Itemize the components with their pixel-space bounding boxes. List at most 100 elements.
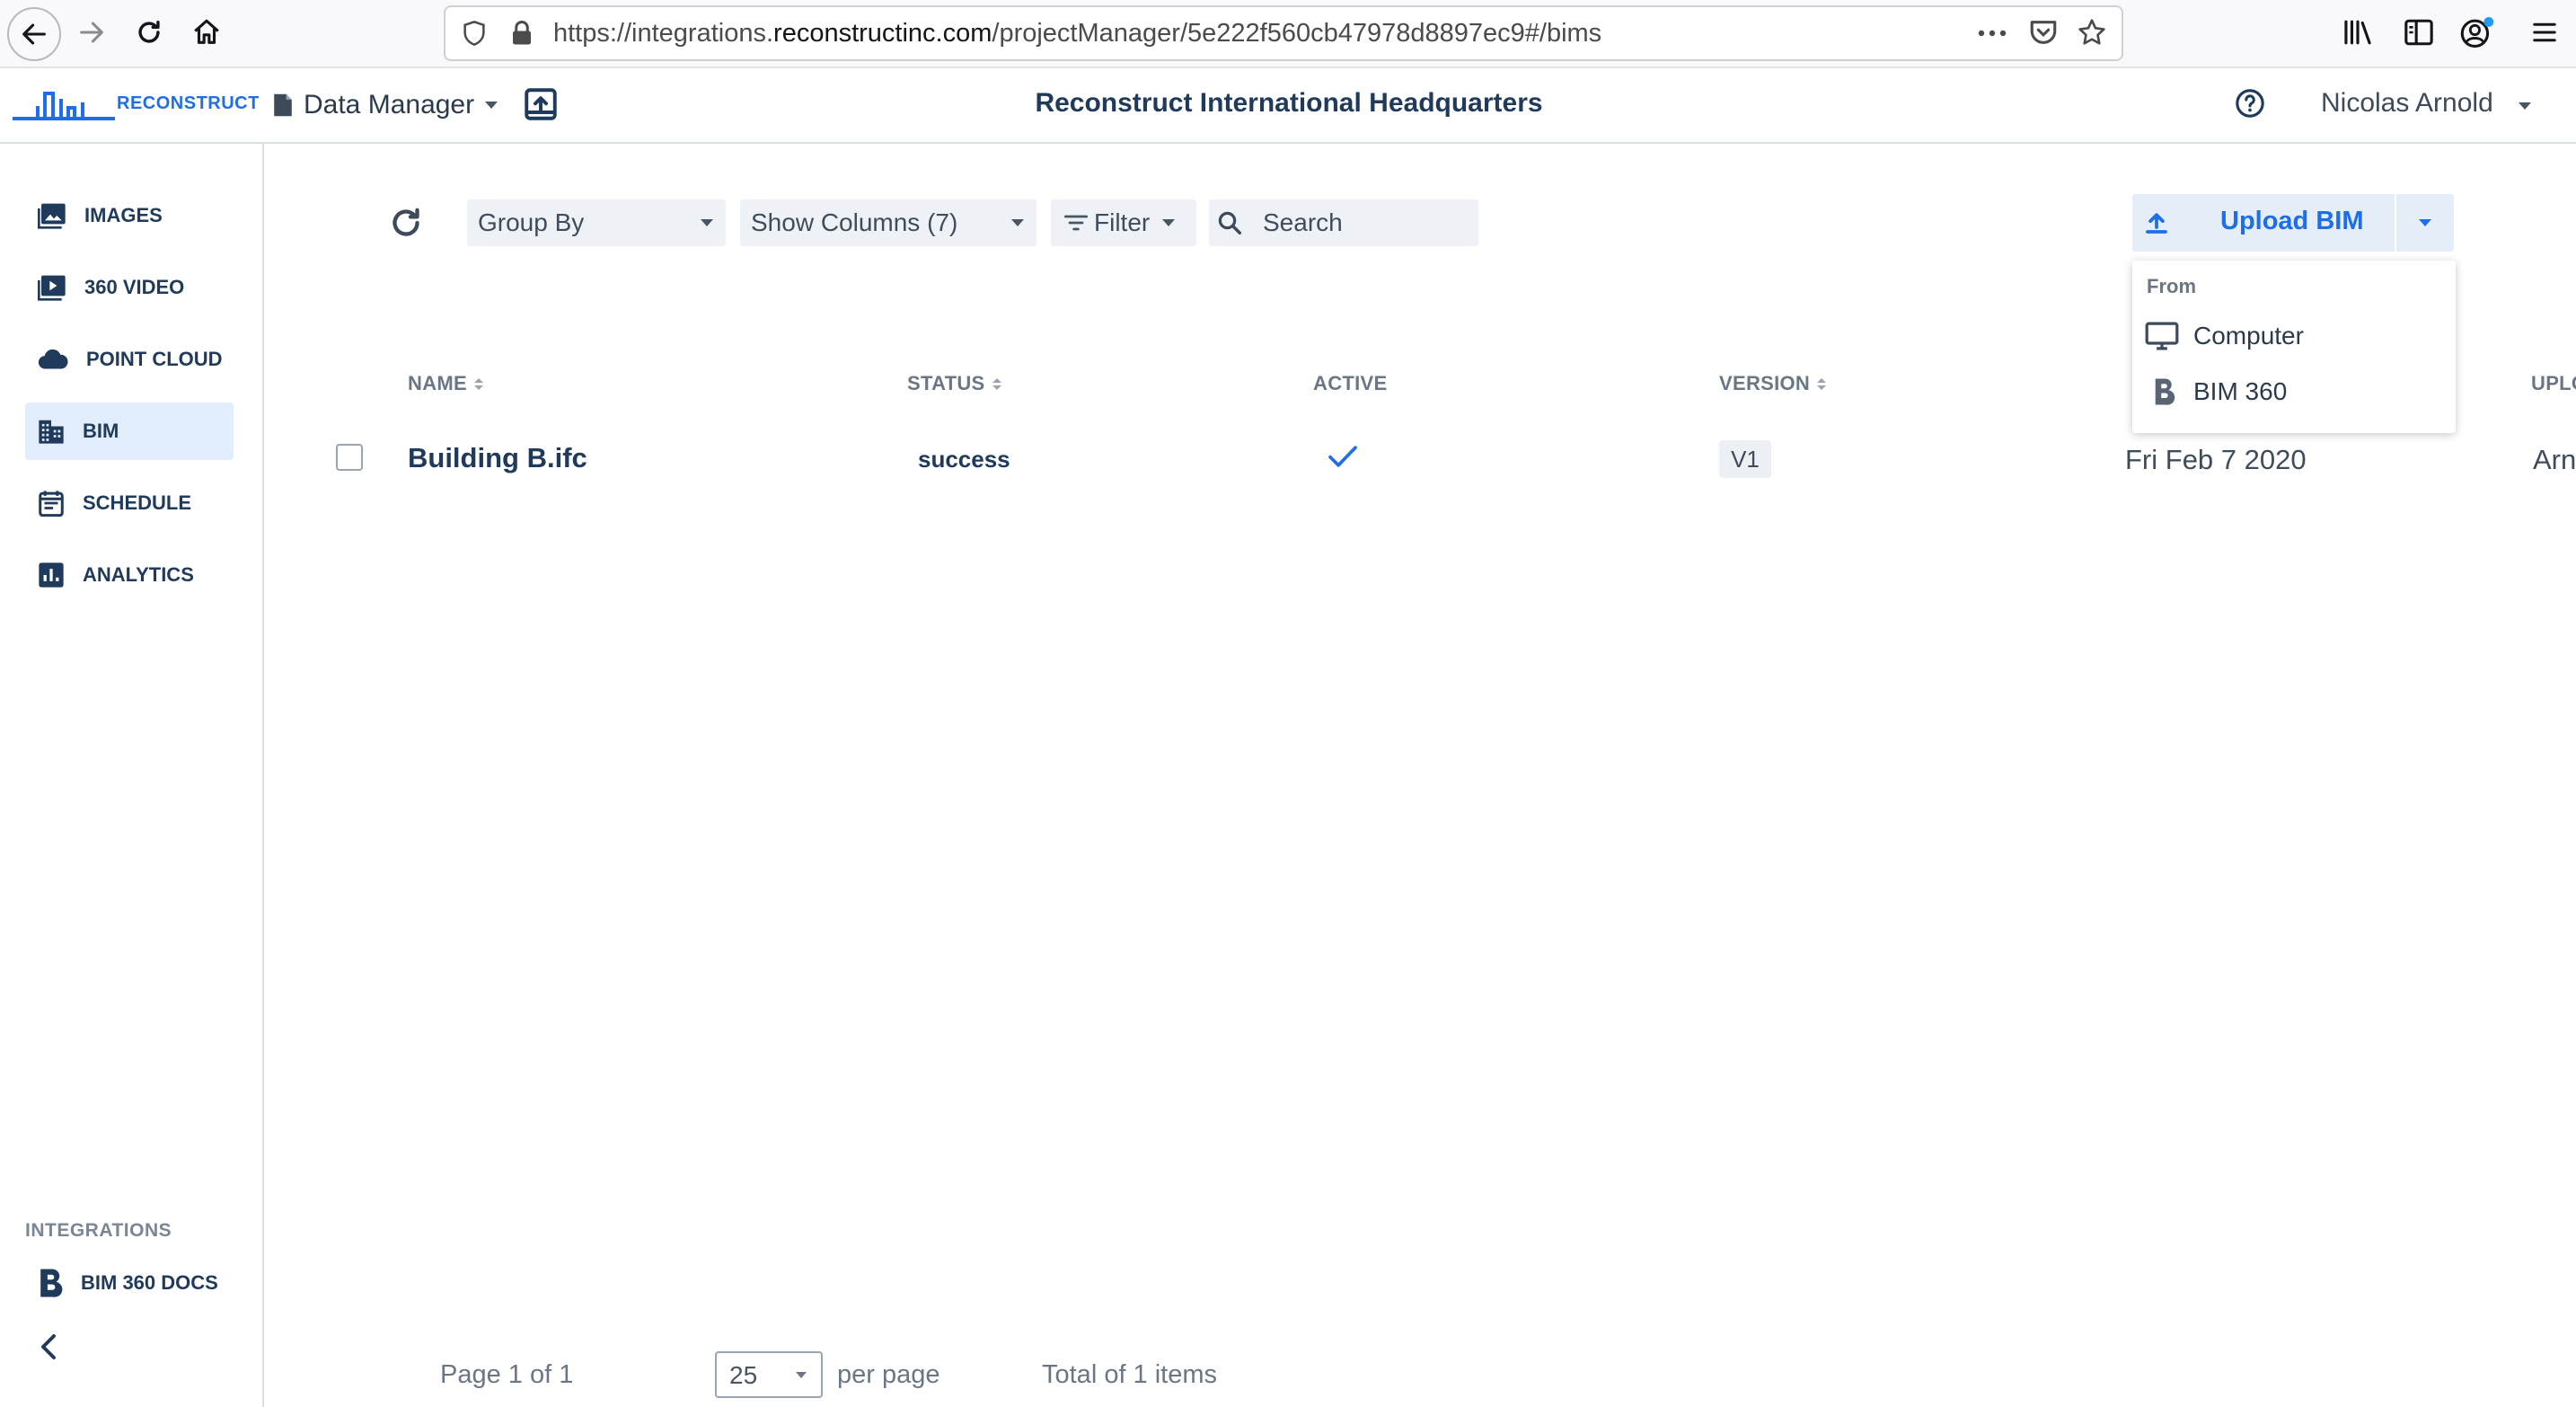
chevron-down-icon xyxy=(701,219,713,226)
lock-icon[interactable] xyxy=(510,20,534,47)
sidebar-item-label: BIM xyxy=(83,420,119,442)
search-icon xyxy=(1218,211,1241,234)
sidebar-item-bim-360-docs[interactable]: BIM 360 DOCS xyxy=(25,1254,234,1312)
url-text[interactable]: https://integrations.reconstructinc.com/… xyxy=(553,7,1601,59)
cell-status: success xyxy=(918,446,1010,473)
browser-toolbar: https://integrations.reconstructinc.com/… xyxy=(0,0,2576,68)
monitor-icon xyxy=(2145,322,2179,350)
project-title: Reconstruct International Headquarters xyxy=(1035,88,1543,118)
account-icon[interactable] xyxy=(2459,16,2495,49)
sidebar-item-label: IMAGES xyxy=(84,204,163,226)
sidebar-item-schedule[interactable]: SCHEDULE xyxy=(25,474,234,532)
sidebar-item-bim[interactable]: BIM xyxy=(25,403,234,460)
show-columns-dropdown[interactable]: Show Columns (7) xyxy=(740,199,1037,246)
sidebar-item-label: 360 VIDEO xyxy=(84,276,185,298)
sidebar-item-360-video[interactable]: 360 VIDEO xyxy=(25,259,234,316)
sidebar-toggle-icon[interactable] xyxy=(2404,18,2434,47)
bookmark-star-icon[interactable] xyxy=(2077,18,2107,47)
reconstruct-logo-icon[interactable] xyxy=(11,81,115,126)
cloud-icon xyxy=(38,349,68,369)
refresh-icon xyxy=(393,208,419,236)
chevron-down-icon xyxy=(2419,219,2431,226)
total-items: Total of 1 items xyxy=(1042,1360,1218,1389)
pagination-footer: Page 1 of 1 25 per page Total of 1 items xyxy=(264,1348,2576,1407)
sort-icon xyxy=(1817,377,1827,390)
column-header-name[interactable]: NAME xyxy=(408,372,483,395)
upload-box-icon[interactable] xyxy=(525,88,557,120)
user-chevron-down-icon[interactable] xyxy=(2519,102,2531,110)
chevron-down-icon xyxy=(796,1372,807,1378)
integrations-heading: INTEGRATIONS xyxy=(25,1220,172,1241)
pocket-icon[interactable] xyxy=(2028,18,2059,47)
app-header: RECONSTRUCT Data Manager Reconstruct Int… xyxy=(0,68,2576,144)
filter-dropdown[interactable]: Filter xyxy=(1051,199,1196,246)
active-check-icon xyxy=(1328,444,1358,469)
chevron-down-icon xyxy=(1162,219,1176,226)
chevron-down-icon xyxy=(1011,219,1024,226)
calendar-icon xyxy=(39,491,64,517)
per-page-label: per page xyxy=(837,1360,940,1389)
sidebar-item-label: ANALYTICS xyxy=(83,563,194,586)
cell-name[interactable]: Building B.ifc xyxy=(408,442,587,474)
reload-icon xyxy=(138,20,160,43)
refresh-button[interactable] xyxy=(388,205,424,241)
image-icon xyxy=(38,203,66,229)
logo-text: RECONSTRUCT xyxy=(117,93,260,113)
bim360-icon xyxy=(2155,378,2175,405)
library-icon[interactable] xyxy=(2342,18,2373,47)
group-by-label: Group By xyxy=(478,208,585,236)
upload-options-toggle[interactable] xyxy=(2396,194,2454,252)
sidebar-item-images[interactable]: IMAGES xyxy=(25,187,234,244)
address-bar[interactable]: https://integrations.reconstructinc.com/… xyxy=(444,5,2123,61)
back-button[interactable] xyxy=(7,7,61,61)
menu-item-label: Computer xyxy=(2193,322,2304,350)
upload-bim-label: Upload BIM xyxy=(2220,207,2364,235)
sidebar-item-analytics[interactable]: ANALYTICS xyxy=(25,546,234,604)
home-icon xyxy=(194,19,219,44)
help-icon[interactable] xyxy=(2235,88,2265,119)
home-button[interactable] xyxy=(181,7,232,58)
per-page-select[interactable]: 25 xyxy=(715,1351,823,1398)
more-actions-icon[interactable] xyxy=(1976,20,2008,47)
building-icon xyxy=(39,420,64,444)
sidebar-item-label: SCHEDULE xyxy=(83,491,192,514)
user-name: Nicolas Arnold xyxy=(2321,88,2493,118)
data-manager-label: Data Manager xyxy=(304,90,475,119)
forward-button[interactable] xyxy=(66,7,117,58)
arrow-right-icon xyxy=(80,22,103,43)
filter-label: Filter xyxy=(1094,208,1151,236)
menu-item-label: BIM 360 xyxy=(2193,377,2288,405)
shield-icon[interactable] xyxy=(462,20,487,47)
data-manager-dropdown[interactable]: Data Manager xyxy=(273,86,498,124)
user-menu[interactable]: Nicolas Arnold xyxy=(2321,88,2493,119)
arrow-left-icon xyxy=(22,23,46,45)
sidebar-item-label: POINT CLOUD xyxy=(86,348,223,370)
column-header-version[interactable]: VERSION xyxy=(1719,372,1827,395)
menu-from-label: From xyxy=(2147,275,2196,297)
row-checkbox[interactable] xyxy=(336,444,363,471)
per-page-value: 25 xyxy=(729,1361,758,1389)
page-indicator: Page 1 of 1 xyxy=(440,1360,574,1389)
sort-icon xyxy=(473,377,483,390)
search-input[interactable]: Search xyxy=(1263,208,1343,237)
collapse-sidebar-chevron-left-icon[interactable] xyxy=(38,1333,59,1360)
sidebar: IMAGES 360 VIDEO POINT CLOUD BIM SCHEDUL… xyxy=(0,144,264,1407)
search-box[interactable]: Search xyxy=(1209,199,1478,246)
upload-source-menu: From Computer BIM 360 xyxy=(2132,261,2456,433)
upload-bim-button[interactable]: Upload BIM xyxy=(2132,194,2454,252)
menu-item-computer[interactable]: Computer xyxy=(2145,313,2304,359)
reload-button[interactable] xyxy=(124,7,174,58)
cell-uploader: Arn xyxy=(2533,444,2576,475)
upload-icon xyxy=(2146,213,2167,234)
show-columns-label: Show Columns (7) xyxy=(751,208,958,236)
column-header-uploaded[interactable]: UPLO xyxy=(2531,372,2576,395)
menu-item-bim-360[interactable]: BIM 360 xyxy=(2145,368,2287,415)
hamburger-menu-icon[interactable] xyxy=(2531,20,2558,45)
column-header-active[interactable]: ACTIVE xyxy=(1313,372,1387,395)
sort-icon xyxy=(992,377,1001,390)
sidebar-item-point-cloud[interactable]: POINT CLOUD xyxy=(25,331,234,388)
bim360-icon xyxy=(40,1269,63,1297)
group-by-dropdown[interactable]: Group By xyxy=(467,199,726,246)
chevron-down-icon xyxy=(485,102,498,109)
column-header-status[interactable]: STATUS xyxy=(907,372,1001,395)
